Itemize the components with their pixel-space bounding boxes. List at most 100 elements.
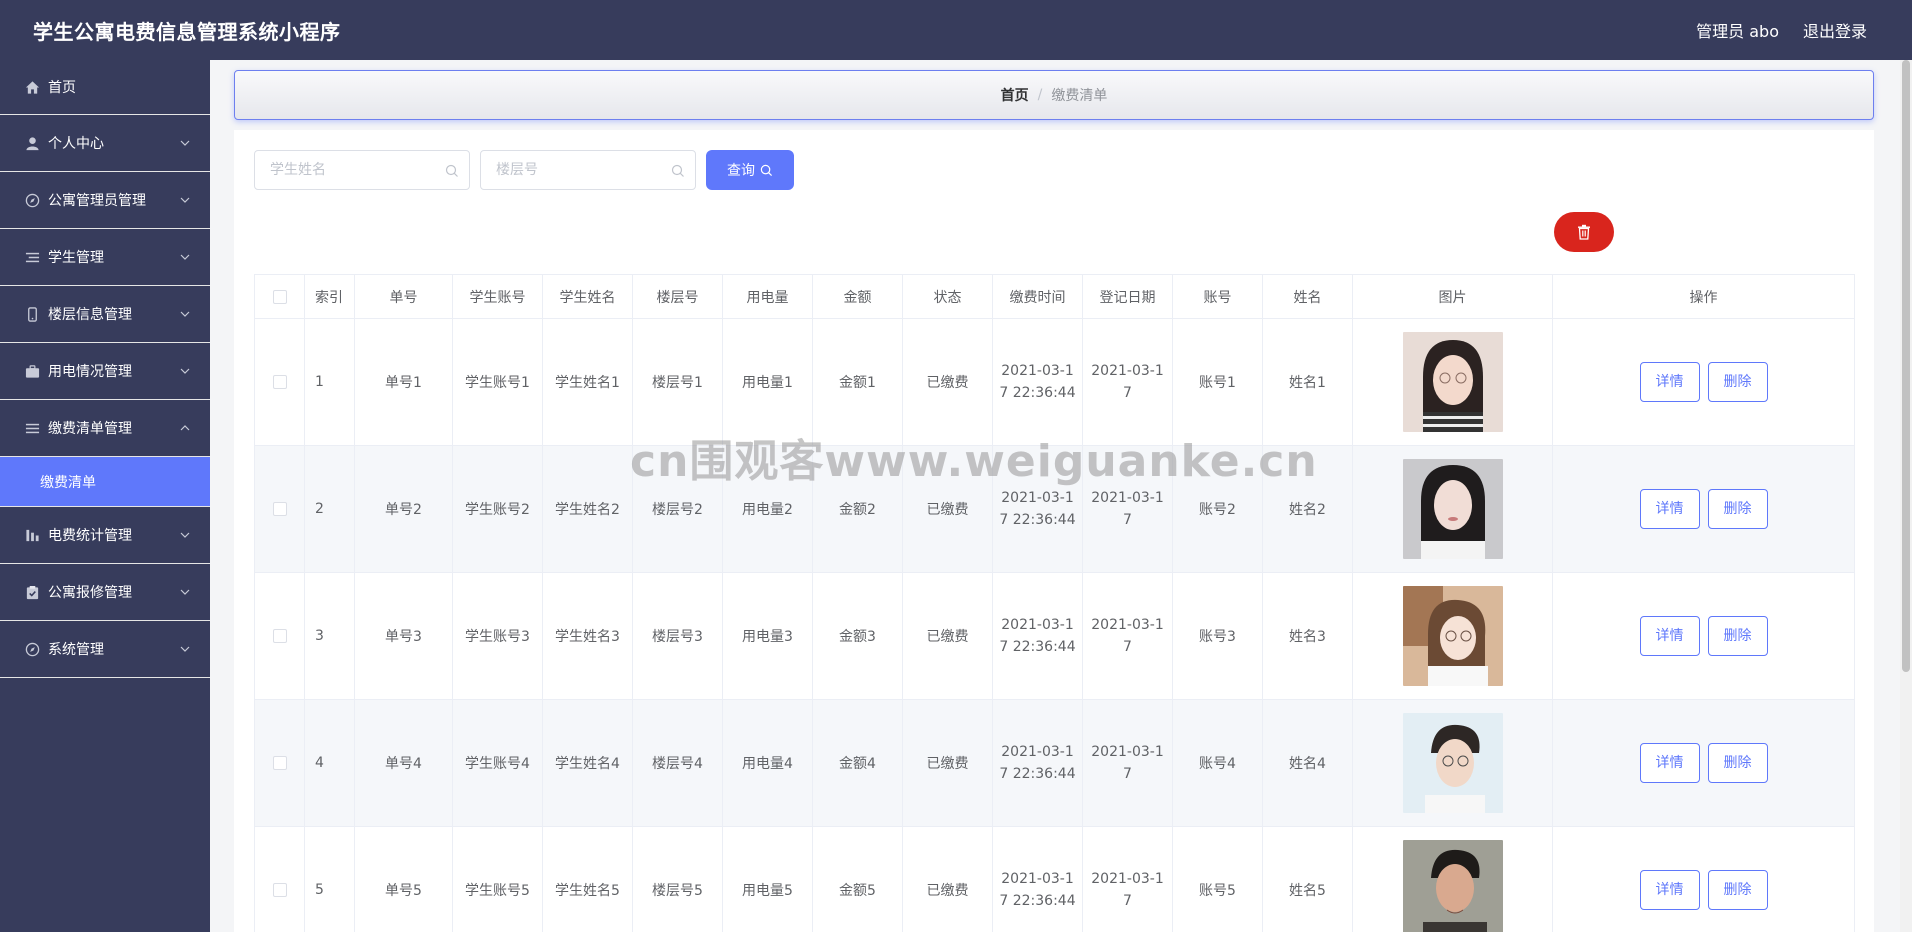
sidebar-item-fee-statistics[interactable]: 电费统计管理 [0, 507, 210, 564]
chevron-down-icon [180, 140, 190, 146]
column-header: 账号 [1172, 274, 1263, 319]
pay-time-cell: 2021-03-17 22:36:44 [992, 445, 1083, 573]
amount-cell: 金额1 [812, 318, 903, 446]
query-button[interactable]: 查询 [706, 150, 794, 190]
reg-date-cell: 2021-03-17 [1082, 826, 1173, 932]
admin-user-label[interactable]: 管理员 abo [1696, 18, 1779, 42]
home-icon [24, 79, 40, 95]
order-no-cell: 单号5 [354, 826, 453, 932]
column-header: 金额 [812, 274, 903, 319]
sidebar-item-home[interactable]: 首页 [0, 60, 210, 115]
content-panel: 查询 索引 单号 学生账号 学生 [234, 130, 1874, 932]
order-no-cell: 单号2 [354, 445, 453, 573]
sidebar-item-system[interactable]: 系统管理 [0, 621, 210, 678]
index-cell: 1 [304, 318, 355, 446]
delete-button[interactable]: 删除 [1707, 743, 1768, 783]
pay-time-cell: 2021-03-17 22:36:44 [992, 318, 1083, 446]
student-name-search-field[interactable] [254, 150, 470, 190]
user-icon [24, 135, 40, 151]
sidebar-subitem-payment-list[interactable]: 缴费清单 [0, 457, 210, 507]
table-row: 2 单号2 学生账号2 学生姓名2 楼层号2 用电量2 金额2 已缴费 2021… [254, 445, 1855, 573]
delete-button[interactable]: 删除 [1707, 362, 1768, 402]
trash-icon [1578, 224, 1590, 240]
breadcrumb: 首页 / 缴费清单 [234, 70, 1874, 120]
table-header-row: 索引 单号 学生账号 学生姓名 楼层号 用电量 金额 状态 缴费时间 登记日期 … [254, 274, 1855, 319]
student-account-cell: 学生账号2 [452, 445, 543, 573]
app-title: 学生公寓电费信息管理系统小程序 [33, 19, 341, 44]
detail-button[interactable]: 详情 [1639, 489, 1700, 529]
sidebar-item-label: 学生管理 [48, 250, 104, 266]
row-checkbox[interactable] [272, 629, 287, 643]
row-checkbox[interactable] [272, 375, 287, 389]
compass-icon [24, 641, 40, 657]
sidebar-item-label: 个人中心 [48, 136, 104, 152]
search-icon [671, 164, 684, 177]
index-cell: 3 [304, 572, 355, 700]
column-header: 状态 [902, 274, 993, 319]
batch-delete-button[interactable] [1554, 212, 1614, 252]
briefcase-icon [24, 363, 40, 379]
floor-input[interactable] [481, 151, 695, 189]
breadcrumb-home[interactable]: 首页 [1001, 85, 1029, 105]
sidebar-item-power-usage[interactable]: 用电情况管理 [0, 343, 210, 400]
status-cell: 已缴费 [902, 572, 993, 700]
name-cell: 姓名5 [1262, 826, 1353, 932]
actions-cell: 详情 删除 [1552, 318, 1855, 446]
student-account-cell: 学生账号5 [452, 826, 543, 932]
photo-cell [1352, 445, 1553, 573]
account-cell: 账号4 [1172, 699, 1263, 827]
student-photo [1402, 840, 1503, 932]
detail-button[interactable]: 详情 [1639, 870, 1700, 910]
row-checkbox-cell [254, 445, 305, 573]
detail-button[interactable]: 详情 [1639, 743, 1700, 783]
column-header: 缴费时间 [992, 274, 1083, 319]
status-cell: 已缴费 [902, 826, 993, 932]
delete-button[interactable]: 删除 [1707, 489, 1768, 529]
column-header: 索引 [304, 274, 355, 319]
row-checkbox[interactable] [272, 502, 287, 516]
sidebar: 首页 个人中心 公寓管理员管理 学生管理 楼层信息管理 用电情况管理 缴费清单管… [0, 60, 210, 932]
student-name-cell: 学生姓名4 [542, 699, 633, 827]
sidebar-item-label: 缴费清单管理 [48, 421, 132, 437]
detail-button[interactable]: 详情 [1639, 616, 1700, 656]
user-area: 管理员 abo 退出登录 [1696, 18, 1867, 42]
chevron-down-icon [180, 197, 190, 203]
floor-cell: 楼层号3 [632, 572, 723, 700]
sidebar-item-apartment-admin[interactable]: 公寓管理员管理 [0, 172, 210, 229]
usage-cell: 用电量5 [722, 826, 813, 932]
sidebar-item-repair[interactable]: 公寓报修管理 [0, 564, 210, 621]
actions-cell: 详情 删除 [1552, 445, 1855, 573]
sidebar-item-student-management[interactable]: 学生管理 [0, 229, 210, 286]
sidebar-item-payment-list-management[interactable]: 缴费清单管理 [0, 400, 210, 457]
sidebar-item-label: 首页 [48, 80, 76, 96]
delete-button[interactable]: 删除 [1707, 616, 1768, 656]
order-no-cell: 单号3 [354, 572, 453, 700]
sidebar-item-label: 公寓报修管理 [48, 585, 132, 601]
row-checkbox[interactable] [272, 883, 287, 897]
student-photo [1402, 586, 1503, 686]
delete-button[interactable]: 删除 [1707, 870, 1768, 910]
sidebar-item-label: 公寓管理员管理 [48, 193, 146, 209]
student-name-input[interactable] [255, 151, 469, 189]
select-all-cell [254, 274, 305, 319]
sidebar-item-floor-info[interactable]: 楼层信息管理 [0, 286, 210, 343]
chevron-down-icon [180, 311, 190, 317]
actions-cell: 详情 删除 [1552, 826, 1855, 932]
chevron-down-icon [180, 532, 190, 538]
select-all-checkbox[interactable] [272, 289, 287, 304]
chevron-up-icon [180, 425, 190, 431]
sidebar-item-personal-center[interactable]: 个人中心 [0, 115, 210, 172]
row-checkbox[interactable] [272, 756, 287, 770]
floor-search-field[interactable] [480, 150, 696, 190]
index-cell: 4 [304, 699, 355, 827]
usage-cell: 用电量4 [722, 699, 813, 827]
scrollbar-thumb[interactable] [1902, 60, 1910, 672]
status-cell: 已缴费 [902, 318, 993, 446]
amount-cell: 金额2 [812, 445, 903, 573]
chart-icon [24, 527, 40, 543]
logout-button[interactable]: 退出登录 [1803, 18, 1867, 42]
detail-button[interactable]: 详情 [1639, 362, 1700, 402]
breadcrumb-current: 缴费清单 [1051, 88, 1108, 104]
scrollbar[interactable] [1900, 60, 1912, 932]
amount-cell: 金额5 [812, 826, 903, 932]
